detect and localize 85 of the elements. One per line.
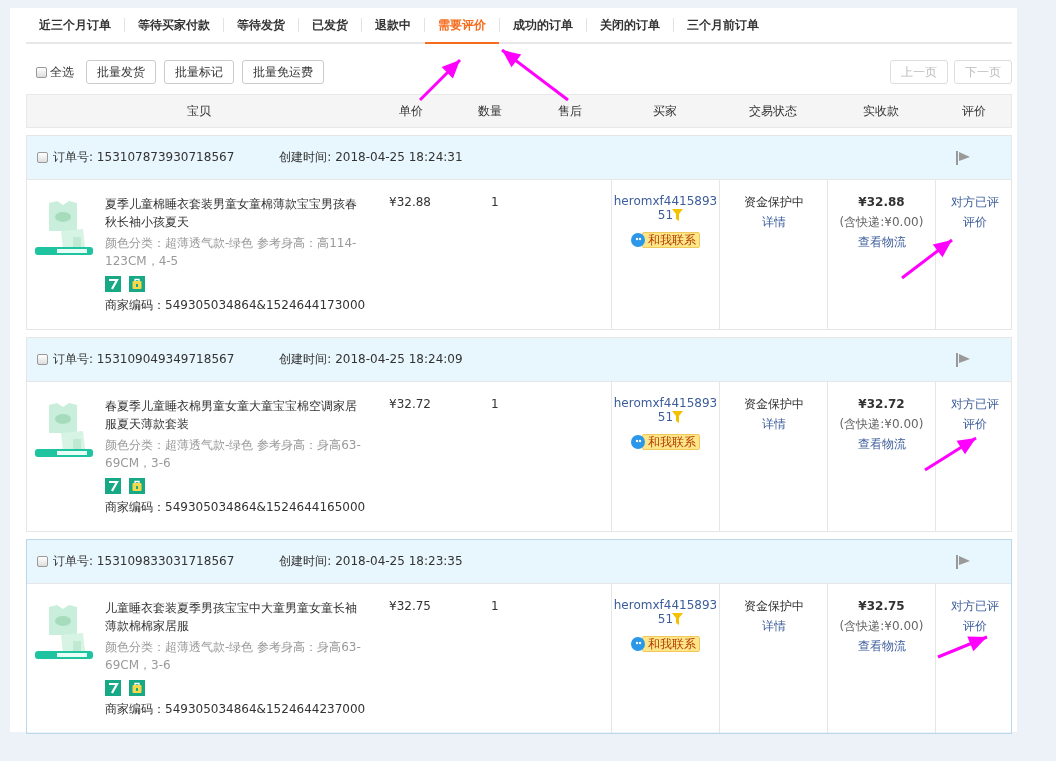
- order-checkbox[interactable]: [37, 152, 48, 163]
- batch-button[interactable]: 批量标记: [164, 60, 234, 84]
- buyer-name-link[interactable]: heromxf441589351: [613, 598, 718, 626]
- detail-link[interactable]: 详情: [720, 414, 827, 434]
- filter-icon[interactable]: [672, 613, 683, 625]
- filter-icon[interactable]: [672, 209, 683, 221]
- column-header: 单价: [399, 103, 423, 118]
- shipping-fee: (含快递:¥0.00): [838, 214, 925, 231]
- order-tab[interactable]: 关闭的订单: [587, 8, 673, 44]
- review-status: 对方已评: [949, 194, 1000, 211]
- order-tab[interactable]: 等待发货: [224, 8, 298, 44]
- order-tab[interactable]: 近三个月订单: [26, 8, 124, 44]
- order-number: 订单号: 153109833031718567: [53, 553, 235, 570]
- column-header: 宝贝: [187, 103, 211, 118]
- logistics-link[interactable]: 查看物流: [828, 636, 935, 656]
- order-tab[interactable]: 成功的订单: [500, 8, 586, 44]
- amount-received: ¥32.88: [857, 194, 906, 211]
- annotation-arrow: [501, 48, 569, 102]
- order-number: 订单号: 153109049349718567: [53, 351, 235, 368]
- merchant-code: 商家编码：549305034864&1524644173000: [105, 297, 367, 314]
- quantity: 1: [491, 397, 499, 411]
- seven-day-return-icon: [105, 276, 121, 292]
- shipping-fee: (含快递:¥0.00): [838, 416, 925, 433]
- trade-status: 资金保护中: [742, 598, 805, 615]
- order-tab[interactable]: 三个月前订单: [674, 8, 772, 44]
- created-time: 创建时间: 2018-04-25 18:24:09: [279, 351, 463, 368]
- detail-link[interactable]: 详情: [720, 616, 827, 636]
- column-header: 实收款: [863, 103, 899, 118]
- product-options: 颜色分类：超薄透气款-绿色 参考身高：高114-123CM，4-5: [105, 234, 367, 270]
- filter-icon[interactable]: [672, 411, 683, 423]
- annotation-arrow: [937, 635, 988, 659]
- review-status: 对方已评: [949, 598, 1000, 615]
- order-number: 订单号: 153107873930718567: [53, 149, 235, 166]
- select-all-label: 全选: [50, 63, 74, 81]
- detail-link[interactable]: 详情: [720, 212, 827, 232]
- seven-day-return-icon: [105, 680, 121, 696]
- merchant-code: 商家编码：549305034864&1524644165000: [105, 499, 367, 516]
- order-checkbox[interactable]: [37, 354, 48, 365]
- order-checkbox[interactable]: [37, 556, 48, 567]
- column-header: 交易状态: [749, 103, 797, 118]
- buyer-name-link[interactable]: heromxf441589351: [613, 396, 718, 424]
- quantity: 1: [491, 599, 499, 613]
- product-title[interactable]: 春夏季儿童睡衣棉男童女童大童宝宝棉空调家居服夏天薄款套装: [105, 397, 367, 433]
- select-all-checkbox[interactable]: [36, 66, 47, 78]
- review-status: 对方已评: [949, 396, 1000, 413]
- created-time: 创建时间: 2018-04-25 18:24:31: [279, 149, 463, 166]
- trade-status: 资金保护中: [742, 396, 805, 413]
- review-link[interactable]: 评价: [936, 414, 1013, 434]
- annotation-arrow: [924, 436, 977, 472]
- created-time: 创建时间: 2018-04-25 18:23:35: [279, 553, 463, 570]
- column-header: 评价: [962, 103, 986, 118]
- flag-icon[interactable]: [955, 553, 971, 570]
- chat-bubble-icon: [631, 637, 645, 651]
- amount-received: ¥32.72: [857, 396, 906, 413]
- logistics-link[interactable]: 查看物流: [828, 232, 935, 252]
- flag-icon[interactable]: [955, 149, 971, 166]
- quantity: 1: [491, 195, 499, 209]
- column-header: 售后: [557, 103, 582, 118]
- column-header: 数量: [477, 103, 502, 118]
- shipping-fee: (含快递:¥0.00): [838, 618, 925, 635]
- unit-price: ¥32.75: [389, 599, 431, 613]
- order-tab[interactable]: 等待买家付款: [125, 8, 223, 44]
- unit-price: ¥32.88: [389, 195, 431, 209]
- product-title[interactable]: 夏季儿童棉睡衣套装男童女童棉薄款宝宝男孩春秋长袖小孩夏天: [105, 195, 367, 231]
- amount-received: ¥32.75: [857, 598, 906, 615]
- product-options: 颜色分类：超薄透气款-绿色 参考身高：身高63-69CM，3-6: [105, 436, 367, 472]
- chat-bubble-icon: [631, 233, 645, 247]
- batch-button[interactable]: 批量发货: [86, 60, 156, 84]
- product-options: 颜色分类：超薄透气款-绿色 参考身高：身高63-69CM，3-6: [105, 638, 367, 674]
- review-link[interactable]: 评价: [936, 616, 1013, 636]
- review-link[interactable]: 评价: [936, 212, 1013, 232]
- buyer-name-link[interactable]: heromxf441589351: [613, 194, 718, 222]
- seven-day-return-icon: [105, 478, 121, 494]
- trade-status: 资金保护中: [742, 194, 805, 211]
- flag-icon[interactable]: [955, 351, 971, 368]
- batch-button[interactable]: 批量免运费: [242, 60, 324, 84]
- merchant-code: 商家编码：549305034864&1524644237000: [105, 701, 367, 718]
- unit-price: ¥32.72: [389, 397, 431, 411]
- logistics-link[interactable]: 查看物流: [828, 434, 935, 454]
- column-header: 买家: [653, 103, 677, 118]
- annotation-arrow: [418, 58, 462, 102]
- chat-bubble-icon: [631, 435, 645, 449]
- order-tab[interactable]: 退款中: [362, 8, 424, 44]
- order-tab[interactable]: 已发货: [299, 8, 361, 44]
- product-title[interactable]: 儿童睡衣套装夏季男孩宝宝中大童男童女童长袖薄款棉棉家居服: [105, 599, 367, 635]
